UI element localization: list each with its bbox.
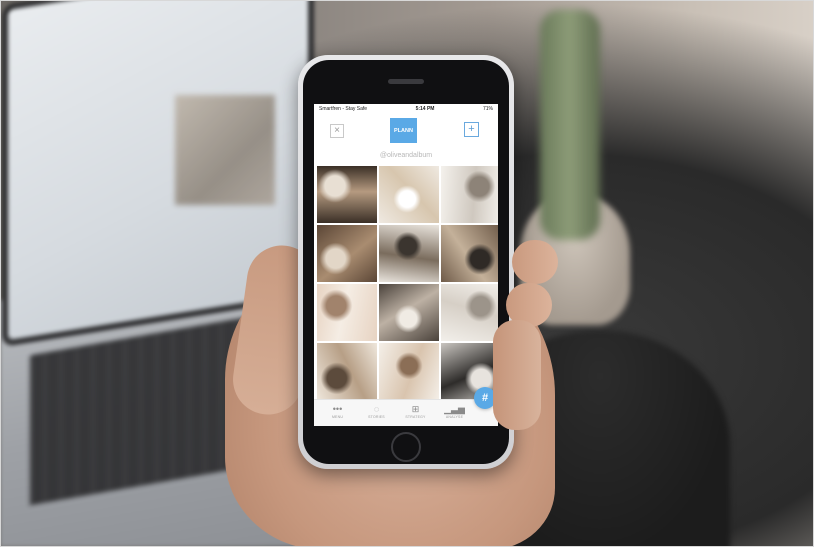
tab-menu[interactable]: ••• MENU bbox=[321, 404, 355, 419]
stories-circle-icon: ◌ bbox=[373, 404, 380, 414]
grid-photo-hands-shaping-clay[interactable] bbox=[317, 284, 377, 341]
grid-photo-stacked-white-plates[interactable] bbox=[441, 166, 498, 223]
feed-grid bbox=[317, 166, 498, 400]
tab-strategy[interactable]: ⊞ STRATEGY bbox=[399, 404, 433, 419]
finger bbox=[493, 320, 541, 430]
add-button[interactable]: + bbox=[464, 122, 479, 137]
grid-photo-hands-white-bowls[interactable] bbox=[379, 343, 439, 400]
earpiece bbox=[388, 79, 424, 84]
smartphone: Smartfren - Stay Safe 5:14 PM 71% × PLAN… bbox=[298, 55, 514, 469]
laptop-screen-image bbox=[175, 95, 275, 205]
tab-label: MENU bbox=[331, 415, 344, 419]
more-dots-icon: ••• bbox=[332, 404, 343, 414]
close-button[interactable]: × bbox=[330, 124, 344, 138]
grid-photo-potter-shelf-tools[interactable] bbox=[379, 225, 439, 282]
tab-analyse[interactable]: ▁▃▅ ANALYSE bbox=[438, 404, 472, 419]
grid-photo-white-bowl-stack[interactable] bbox=[441, 284, 498, 341]
tab-label: ANALYSE bbox=[445, 415, 464, 419]
tab-stories[interactable]: ◌ STORIES bbox=[360, 404, 394, 419]
grid-squares-icon: ⊞ bbox=[411, 404, 420, 414]
home-button[interactable] bbox=[391, 432, 421, 462]
grid-photo-wooden-shelf-pottery[interactable] bbox=[317, 225, 377, 282]
grid-photo-shop-display-shelves[interactable] bbox=[317, 343, 377, 400]
app-header: × PLANN + bbox=[314, 115, 498, 145]
grid-photo-workbench-ceramics[interactable] bbox=[441, 225, 498, 282]
grid-photo-ceramics-studio-shelves[interactable] bbox=[317, 166, 377, 223]
bar-chart-icon: ▁▃▅ bbox=[444, 404, 465, 414]
photo-background: Smartfren - Stay Safe 5:14 PM 71% × PLAN… bbox=[0, 0, 814, 547]
finger bbox=[512, 240, 558, 284]
battery-level: 71% bbox=[482, 106, 493, 112]
tab-bar: ••• MENU ◌ STORIES ⊞ STRATEGY ▁▃▅ ANALYS… bbox=[314, 399, 498, 426]
phone-front: Smartfren - Stay Safe 5:14 PM 71% × PLAN… bbox=[303, 60, 509, 464]
cactus-plant bbox=[540, 10, 600, 240]
carrier-label: Smartfren - Stay Safe bbox=[319, 106, 368, 112]
tab-label: STORIES bbox=[368, 415, 385, 419]
status-bar: Smartfren - Stay Safe 5:14 PM 71% bbox=[314, 104, 498, 114]
tab-label: STRATEGY bbox=[405, 415, 426, 419]
plann-logo: PLANN bbox=[390, 118, 417, 143]
account-handle: @oliveandalbum bbox=[379, 152, 433, 159]
grid-photo-dark-bowls-tabletop[interactable] bbox=[379, 284, 439, 341]
phone-screen: Smartfren - Stay Safe 5:14 PM 71% × PLAN… bbox=[314, 104, 498, 426]
grid-photo-white-vase-dried-flowers[interactable] bbox=[379, 166, 439, 223]
clock: 5:14 PM bbox=[415, 106, 435, 112]
